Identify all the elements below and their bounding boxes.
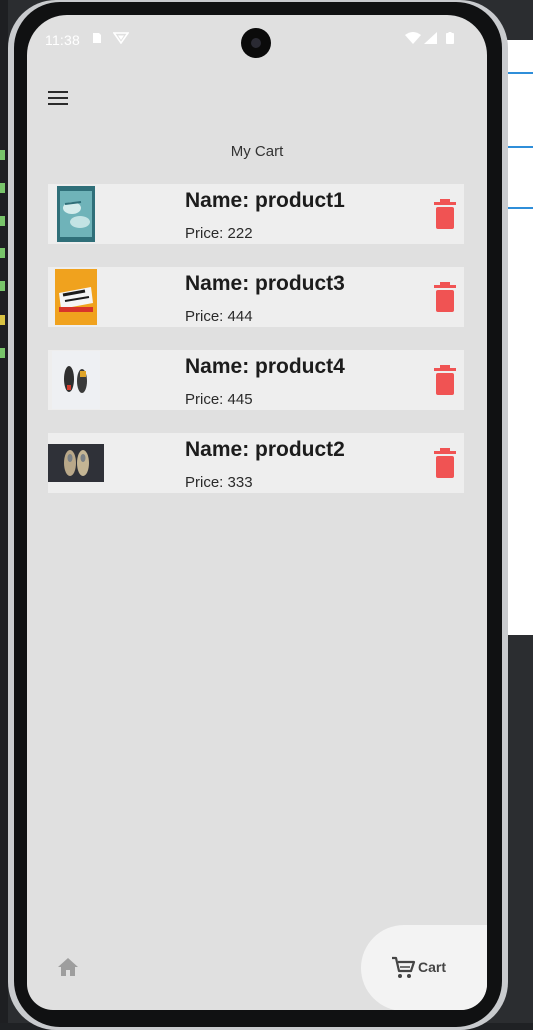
cart-nav-button[interactable]: Cart <box>361 925 487 1010</box>
hamburger-menu-icon <box>48 91 68 93</box>
ide-highlight <box>505 207 533 209</box>
wifi-icon <box>405 32 421 44</box>
hamburger-menu-icon-bar <box>48 103 68 105</box>
hamburger-menu-icon-bar <box>48 97 68 99</box>
trash-icon <box>434 199 456 229</box>
cell-signal-icon <box>424 32 437 44</box>
trash-icon <box>434 282 456 312</box>
product-name: Name: product2 <box>185 438 345 461</box>
cart-list: Name: product1 Price: 222 Name: product3… <box>48 184 464 516</box>
product-price: Price: 333 <box>185 474 253 491</box>
product-thumbnail <box>48 267 178 327</box>
cart-item[interactable]: Name: product4 Price: 445 <box>48 350 464 410</box>
home-nav-button[interactable] <box>56 955 80 979</box>
product-name: Name: product3 <box>185 272 345 295</box>
delete-item-button[interactable] <box>433 282 457 312</box>
hamburger-menu-button[interactable] <box>45 88 71 108</box>
ide-highlight <box>505 72 533 74</box>
product-thumbnail <box>48 350 178 410</box>
product-name: Name: product1 <box>185 189 345 212</box>
trash-icon <box>434 448 456 478</box>
product-thumbnail <box>48 433 178 493</box>
shopping-cart-icon <box>392 956 416 978</box>
notification-shield-icon <box>113 32 129 44</box>
device-screen: 11:38 My Cart Name: product1 Price: 222 … <box>27 15 487 1010</box>
battery-icon <box>446 32 454 44</box>
product-price: Price: 222 <box>185 225 253 242</box>
page-title: My Cart <box>230 143 284 160</box>
product-price: Price: 445 <box>185 391 253 408</box>
status-time: 11:38 <box>45 32 80 48</box>
home-icon <box>58 958 78 976</box>
cart-item[interactable]: Name: product3 Price: 444 <box>48 267 464 327</box>
front-camera <box>241 28 271 58</box>
cart-item[interactable]: Name: product1 Price: 222 <box>48 184 464 244</box>
product-thumbnail <box>48 184 178 244</box>
delete-item-button[interactable] <box>433 365 457 395</box>
ide-side-panel <box>505 40 533 635</box>
cart-nav-label: Cart <box>418 959 447 975</box>
trash-icon <box>434 365 456 395</box>
product-name: Name: product4 <box>185 355 345 378</box>
cart-item[interactable]: Name: product2 Price: 333 <box>48 433 464 493</box>
ide-highlight <box>505 146 533 148</box>
delete-item-button[interactable] <box>433 199 457 229</box>
product-price: Price: 444 <box>185 308 253 325</box>
sim-card-icon <box>93 33 101 43</box>
ide-left-gutter <box>0 0 8 1023</box>
delete-item-button[interactable] <box>433 448 457 478</box>
